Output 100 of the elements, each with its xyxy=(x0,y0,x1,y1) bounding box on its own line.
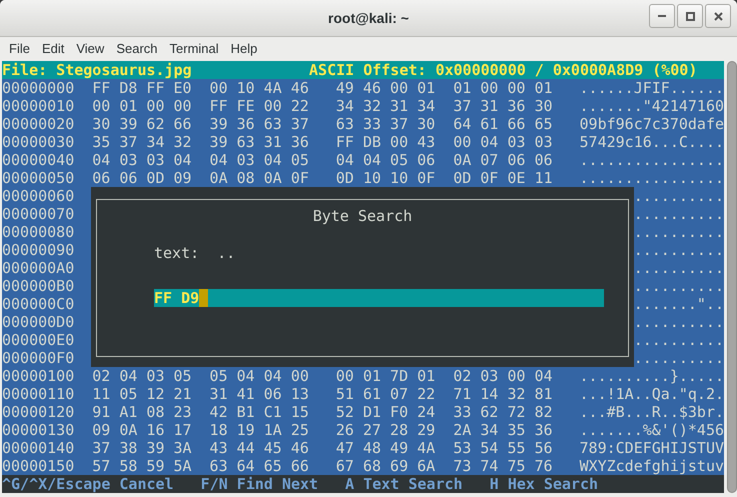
hex-cell-text: 31 41 06 13 xyxy=(210,385,310,403)
hex-cell-text: 30 39 62 66 xyxy=(92,115,193,133)
hex-cell-text: 51 61 07 22 xyxy=(336,385,436,403)
hex-cell-text: 91 A1 08 23 xyxy=(92,403,193,421)
ascii-cell: ................ xyxy=(580,169,724,187)
offset-cell-text: 00000030 xyxy=(2,133,76,151)
hex-cell-text: 47 48 49 4A xyxy=(336,439,436,457)
shortcut-hint: ^G/^X/Escape Cancel xyxy=(2,475,175,493)
shortcut-hint: H Hex Search xyxy=(490,475,598,493)
hex-cell-text: 0A 08 0A 0F xyxy=(210,169,310,187)
hex-cell-text: 0D 10 10 0F xyxy=(336,169,436,187)
shortcut-hint: F/N Find Next xyxy=(200,475,320,493)
menu-item[interactable]: Edit xyxy=(36,38,70,58)
window-title: root@kali: ~ xyxy=(328,8,409,28)
offset-cell-text: 00000140 xyxy=(2,439,76,457)
hex-cell-text: 2A 34 35 36 xyxy=(453,421,554,439)
ascii-cell: .......... xyxy=(634,187,724,205)
ascii-cell: ...#B...R..$3br. xyxy=(580,403,724,421)
ascii-cell: ...!1A..Qa."q.2. xyxy=(580,385,724,403)
hex-cell-text: 73 74 75 76 xyxy=(453,457,554,475)
menu-item[interactable]: Terminal xyxy=(164,38,225,58)
hex-cell-text: 05 04 04 00 xyxy=(210,367,310,385)
menu-item[interactable]: Help xyxy=(224,38,264,58)
ascii-cell: 789:CDEFGHIJSTUV xyxy=(580,439,724,457)
hex-cell-text: 04 03 03 04 xyxy=(92,151,193,169)
hex-cell-text: 63 64 65 66 xyxy=(210,457,310,475)
ascii-cell: .......... xyxy=(634,259,724,277)
ascii-cell: .......".. xyxy=(634,295,724,313)
hex-cell-text: 26 27 28 29 xyxy=(336,421,436,439)
hex-cell-text: 39 36 63 37 xyxy=(210,115,310,133)
hex-cell-text: 39 63 31 36 xyxy=(210,133,310,151)
offset-cell-text: 00000010 xyxy=(2,97,76,115)
menu-item[interactable]: View xyxy=(70,38,110,58)
dialog-title: Byte Search xyxy=(312,207,412,225)
offset-cell-text: 000000D0 xyxy=(2,313,76,331)
maximize-button[interactable] xyxy=(677,4,703,28)
hex-cell-text: 0A 07 06 06 xyxy=(453,151,554,169)
hex-cell-text: 63 33 37 30 xyxy=(336,115,436,133)
offset-cell-text: 00000080 xyxy=(2,223,76,241)
hex-cell-text: 43 44 45 46 xyxy=(210,439,310,457)
offset-cell-text: 00000000 xyxy=(2,79,76,97)
hex-cell-text: 00 01 7D 01 xyxy=(336,367,436,385)
hex-cell-text: 01 00 00 01 xyxy=(453,79,554,97)
shortcut-hint: A Text Search xyxy=(345,475,464,493)
menu-item[interactable]: File xyxy=(3,38,36,58)
input-value: FF D9 xyxy=(154,289,200,307)
hex-cell-text: 18 19 1A 25 xyxy=(210,421,310,439)
hex-cell-text: FF FE 00 22 xyxy=(210,97,310,115)
prompt-label: text: xyxy=(154,244,200,262)
offset-cell-text: 00000130 xyxy=(2,421,76,439)
hex-cell-text: 57 58 59 5A xyxy=(92,457,193,475)
hex-cell-text: 11 05 12 21 xyxy=(92,385,193,403)
hex-cell-text: 71 14 32 81 xyxy=(453,385,554,403)
hex-cell-text: 37 31 36 30 xyxy=(453,97,554,115)
hex-cell-text: 06 06 0D 09 xyxy=(92,169,193,187)
offset-cell-text: 000000F0 xyxy=(2,349,76,367)
hex-cell-text: 34 32 31 34 xyxy=(336,97,436,115)
hex-cell-text: 0D 0F 0E 11 xyxy=(453,169,554,187)
offset-cell-text: 00000020 xyxy=(2,115,76,133)
offset-cell-text: 000000B0 xyxy=(2,277,76,295)
hex-cell-text: 49 46 00 01 xyxy=(336,79,436,97)
scrollbar[interactable] xyxy=(727,61,737,493)
minimize-icon xyxy=(658,15,666,17)
offset-cell-text: 00000050 xyxy=(2,169,76,187)
text-cursor xyxy=(199,289,208,307)
offset-cell-text: 00000120 xyxy=(2,403,76,421)
hex-cell-text: FF D8 FF E0 xyxy=(92,79,193,97)
ascii-cell: .......... xyxy=(634,223,724,241)
ascii-cell: WXYZcdefghijstuv xyxy=(580,457,724,475)
hex-cell-text: 09 0A 16 17 xyxy=(92,421,193,439)
ascii-cell: .......... xyxy=(634,331,724,349)
ascii-cell: .......... xyxy=(634,241,724,259)
offset-cell-text: 00000150 xyxy=(2,457,76,475)
ascii-cell: 57429c16...C.... xyxy=(580,133,724,151)
hex-cell-text: 42 B1 C1 15 xyxy=(210,403,310,421)
minimize-button[interactable] xyxy=(649,4,675,28)
hex-cell-text: 67 68 69 6A xyxy=(336,457,436,475)
offset-cell-text: 000000C0 xyxy=(2,295,76,313)
hex-cell-text: 00 01 00 00 xyxy=(92,97,193,115)
hex-cell-text: 35 37 34 32 xyxy=(92,133,193,151)
hex-cell-text: 00 04 03 03 xyxy=(453,133,554,151)
offset-cell-text: 000000E0 xyxy=(2,331,76,349)
close-button[interactable] xyxy=(705,4,731,28)
ascii-cell: ......JFIF...... xyxy=(580,79,724,97)
ascii-cell: .......%&'()*456 xyxy=(580,421,724,439)
ascii-cell: 09bf96c7c370dafe xyxy=(580,115,724,133)
ascii-cell: ......."42147160 xyxy=(580,97,724,115)
offset-cell-text: 00000070 xyxy=(2,205,76,223)
hex-cell-text: 53 54 55 56 xyxy=(453,439,554,457)
text-preview: .. xyxy=(217,244,236,262)
hex-cell-text: FF DB 00 43 xyxy=(336,133,436,151)
close-icon xyxy=(714,12,722,20)
hex-cell-text: 04 03 04 05 xyxy=(210,151,310,169)
hex-cell-text: 52 D1 F0 24 xyxy=(336,403,436,421)
ascii-cell: .......... xyxy=(634,313,724,331)
hex-cell-text: 37 38 39 3A xyxy=(92,439,193,457)
menu-item[interactable]: Search xyxy=(110,38,164,58)
hex-cell-text: 04 04 05 06 xyxy=(336,151,436,169)
offset-cell-text: 000000A0 xyxy=(2,259,76,277)
offset-cell-text: 00000060 xyxy=(2,187,76,205)
